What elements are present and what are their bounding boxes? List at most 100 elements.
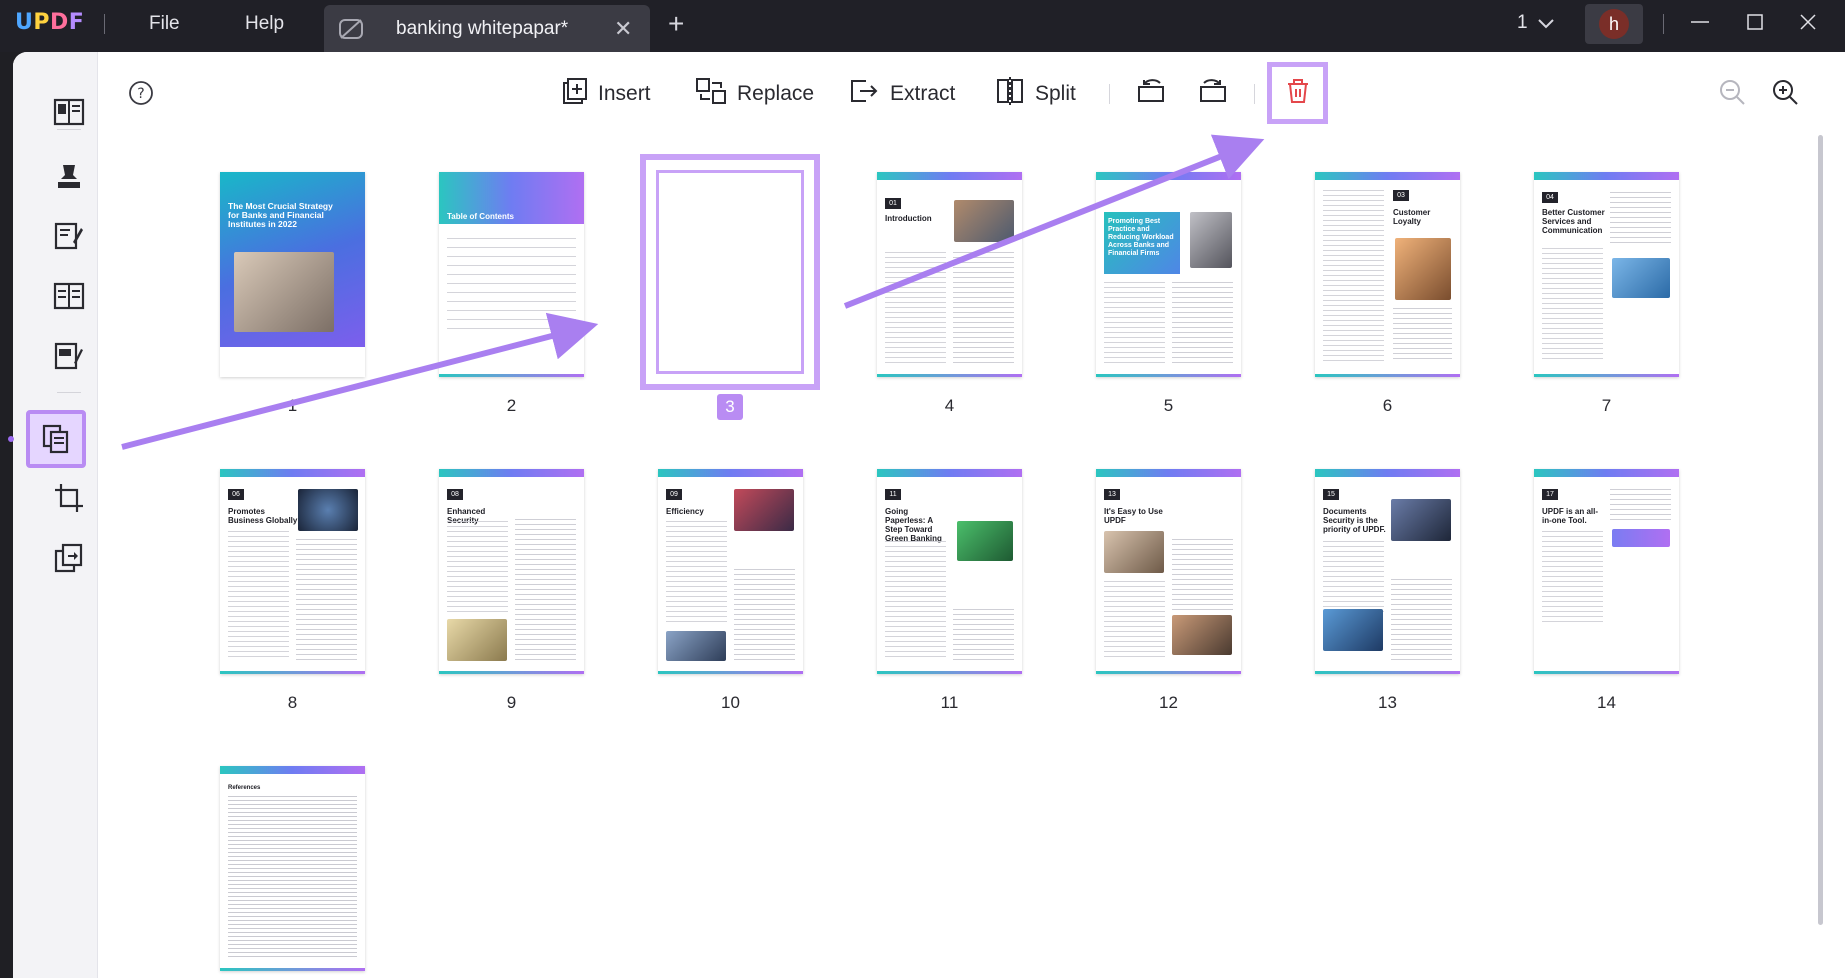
section-number: 08: [447, 489, 463, 500]
left-sidebar: [13, 52, 98, 978]
crop-icon[interactable]: [39, 472, 99, 524]
rotate-left-button[interactable]: [1136, 78, 1166, 110]
page-thumbnail-1[interactable]: The Most Crucial Strategy for Banks and …: [220, 172, 365, 377]
section-number: 11: [885, 489, 901, 500]
page-header: [1315, 469, 1460, 477]
rotate-right-button[interactable]: [1198, 78, 1228, 110]
page-title: It's Easy to Use UPDF: [1104, 507, 1163, 525]
text-lines-2: [734, 569, 795, 660]
toc-lines: [447, 238, 576, 337]
text-lines-2: [953, 609, 1014, 660]
replace-button[interactable]: Replace: [695, 78, 814, 110]
page-footer: [1534, 374, 1679, 377]
section-number: 09: [666, 489, 682, 500]
page-number-selected: 3: [717, 394, 743, 420]
page-thumbnail-4[interactable]: 01 Introduction: [877, 172, 1022, 377]
text-lines: [1104, 581, 1165, 660]
page-thumbnail-2[interactable]: Table of Contents: [439, 172, 584, 377]
extract-label: Extract: [890, 82, 956, 105]
reader-mode-icon[interactable]: [39, 86, 99, 138]
page-footer: [1315, 374, 1460, 377]
page-title: Going Paperless: A Step Toward Green Ban…: [885, 507, 942, 543]
insert-label: Insert: [598, 82, 651, 105]
zoom-in-icon[interactable]: [1771, 78, 1799, 111]
text-lines: [1542, 531, 1603, 624]
page-footer: [877, 671, 1022, 674]
page-photo: [1612, 258, 1670, 298]
page-photo: [1190, 212, 1232, 268]
text-lines: [228, 531, 289, 660]
page-title: Introduction: [885, 214, 932, 223]
cta-block: [1612, 529, 1670, 547]
page-footer: [1534, 671, 1679, 674]
page-thumbnail-15[interactable]: References: [220, 766, 365, 971]
page-tools-icon[interactable]: [39, 532, 99, 584]
sign-icon[interactable]: [39, 330, 99, 382]
close-tab-icon[interactable]: ✕: [614, 16, 632, 42]
text-lines: [447, 521, 508, 614]
replace-icon: [695, 77, 727, 111]
rotate-right-icon: [1198, 77, 1228, 111]
page-photo: [298, 489, 358, 531]
trash-icon: [1286, 78, 1310, 109]
page-photo-2: [1172, 615, 1232, 655]
document-tab-icon: [338, 16, 364, 47]
window-count[interactable]: 1: [1517, 12, 1528, 34]
section-number: 04: [1542, 192, 1558, 203]
toolbar-separator: [1109, 84, 1110, 104]
page-number: 14: [1597, 693, 1616, 712]
maximize-icon[interactable]: [1745, 12, 1765, 37]
page-header: [877, 469, 1022, 477]
page-number: 12: [1159, 693, 1178, 712]
edit-pdf-icon[interactable]: [39, 210, 99, 262]
close-window-icon[interactable]: [1798, 12, 1818, 37]
page-thumbnail-7[interactable]: 04 Better Customer Services and Communic…: [1534, 172, 1679, 377]
page-thumbnail-9[interactable]: 08 Enhanced Security: [439, 469, 584, 674]
page-header: [1096, 469, 1241, 477]
user-avatar[interactable]: h: [1585, 4, 1643, 44]
menu-file[interactable]: File: [149, 13, 180, 35]
reference-lines: [228, 796, 357, 957]
page-title: Efficiency: [666, 507, 704, 516]
page-footer: [439, 671, 584, 674]
page-thumbnail-8[interactable]: 06 Promotes Business Globally: [220, 469, 365, 674]
page-thumbnail-14[interactable]: 17 UPDF is an all-in-one Tool.: [1534, 469, 1679, 674]
page-thumbnail-11[interactable]: 11 Going Paperless: A Step Toward Green …: [877, 469, 1022, 674]
text-lines: [1542, 248, 1603, 363]
comment-highlighter-icon[interactable]: [39, 150, 99, 202]
page-thumbnail-5[interactable]: Promoting Best Practice and Reducing Wor…: [1096, 172, 1241, 377]
menu-help[interactable]: Help: [245, 13, 284, 35]
titlebar-separator-2: [1663, 14, 1664, 34]
form-icon[interactable]: [39, 270, 99, 322]
page-title: Table of Contents: [447, 212, 514, 221]
page-footer: [220, 968, 365, 971]
extract-button[interactable]: Extract: [848, 78, 955, 110]
page-footer: [1315, 671, 1460, 674]
page-title: Promotes Business Globally: [228, 507, 298, 525]
insert-button[interactable]: Insert: [562, 78, 651, 110]
delete-page-button[interactable]: [1267, 62, 1328, 124]
page-thumbnail-6[interactable]: 03 Customer Loyalty: [1315, 172, 1460, 377]
vertical-scrollbar[interactable]: [1818, 135, 1823, 925]
new-tab-icon[interactable]: +: [668, 8, 684, 40]
chevron-down-icon[interactable]: [1537, 12, 1555, 39]
page-thumbnail-13[interactable]: 15 Documents Security is the priority of…: [1315, 469, 1460, 674]
page-header: [220, 766, 365, 774]
page-photo: [954, 200, 1014, 242]
split-button[interactable]: Split: [995, 77, 1076, 110]
text-lines: [1323, 190, 1384, 363]
text-lines-2: [1610, 489, 1671, 524]
page-title: Documents Security is the priority of UP…: [1323, 507, 1386, 534]
titlebar-separator: [104, 14, 105, 34]
page-photo: [1395, 238, 1451, 300]
zoom-out-icon[interactable]: [1718, 78, 1746, 111]
page-header: [220, 469, 365, 477]
minimize-icon[interactable]: [1690, 12, 1710, 37]
page-thumbnail-10[interactable]: 09 Efficiency: [658, 469, 803, 674]
organize-pages-icon[interactable]: [26, 410, 86, 468]
document-tab[interactable]: banking whitepapar* ✕: [324, 5, 650, 52]
page-thumbnail-12[interactable]: 13 It's Easy to Use UPDF: [1096, 469, 1241, 674]
page-thumbnail-3-selected[interactable]: [640, 154, 820, 390]
help-icon[interactable]: ?: [128, 80, 154, 111]
text-lines-2: [1610, 192, 1671, 247]
